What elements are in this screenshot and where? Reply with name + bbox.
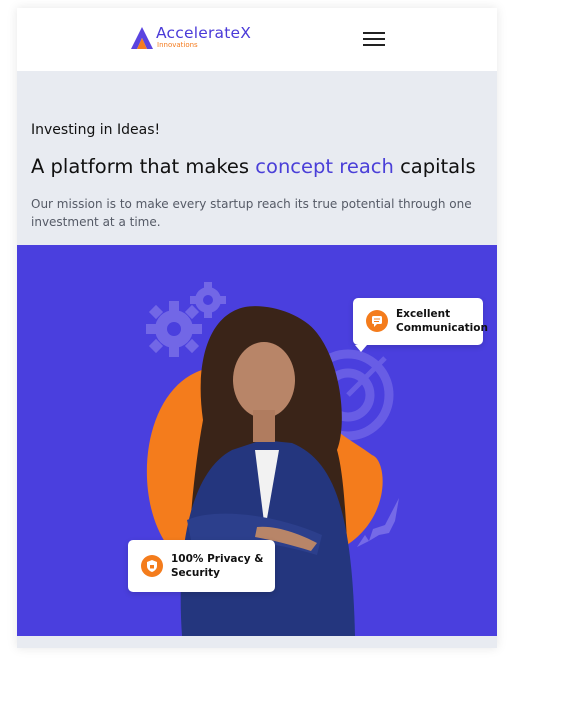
privacy-line1: 100% Privacy & (171, 553, 264, 565)
hero-tagline: Investing in Ideas! (31, 122, 161, 138)
communication-line2: Communication (396, 322, 488, 334)
hero-text-section: Investing in Ideas! A platform that make… (17, 71, 497, 245)
mission-statement: Our mission is to make every startup rea… (31, 197, 472, 229)
site-header: AccelerateX Innovations (17, 8, 497, 71)
triangle-a-logo-icon (131, 27, 153, 49)
communication-line1: Excellent (396, 308, 451, 320)
page-frame: AccelerateX Innovations Investing in Ide… (17, 8, 497, 648)
privacy-security-card: 100% Privacy & Security (128, 540, 275, 592)
headline-start: A platform that makes (31, 155, 256, 178)
menu-bar (363, 32, 385, 34)
chat-bubble-icon (366, 310, 388, 332)
hamburger-menu-button[interactable] (363, 30, 385, 47)
brand-name: AccelerateX (156, 24, 252, 42)
menu-bar (363, 44, 385, 46)
privacy-line2: Security (171, 567, 221, 579)
gear-icon (146, 301, 202, 357)
menu-bar (363, 38, 385, 40)
brand-subtitle: Innovations (157, 41, 198, 49)
privacy-card-text: 100% Privacy & Security (171, 552, 263, 580)
shield-lock-icon (141, 555, 163, 577)
headline-end: capitals (393, 155, 476, 178)
communication-card-text: Excellent Communication (396, 307, 488, 335)
headline-highlight: concept reach (255, 155, 394, 178)
bottom-strip (17, 636, 497, 648)
card-tail (355, 345, 367, 352)
excellent-communication-card: Excellent Communication (353, 298, 488, 352)
hero-headline: A platform that makes concept reach capi… (31, 155, 476, 178)
